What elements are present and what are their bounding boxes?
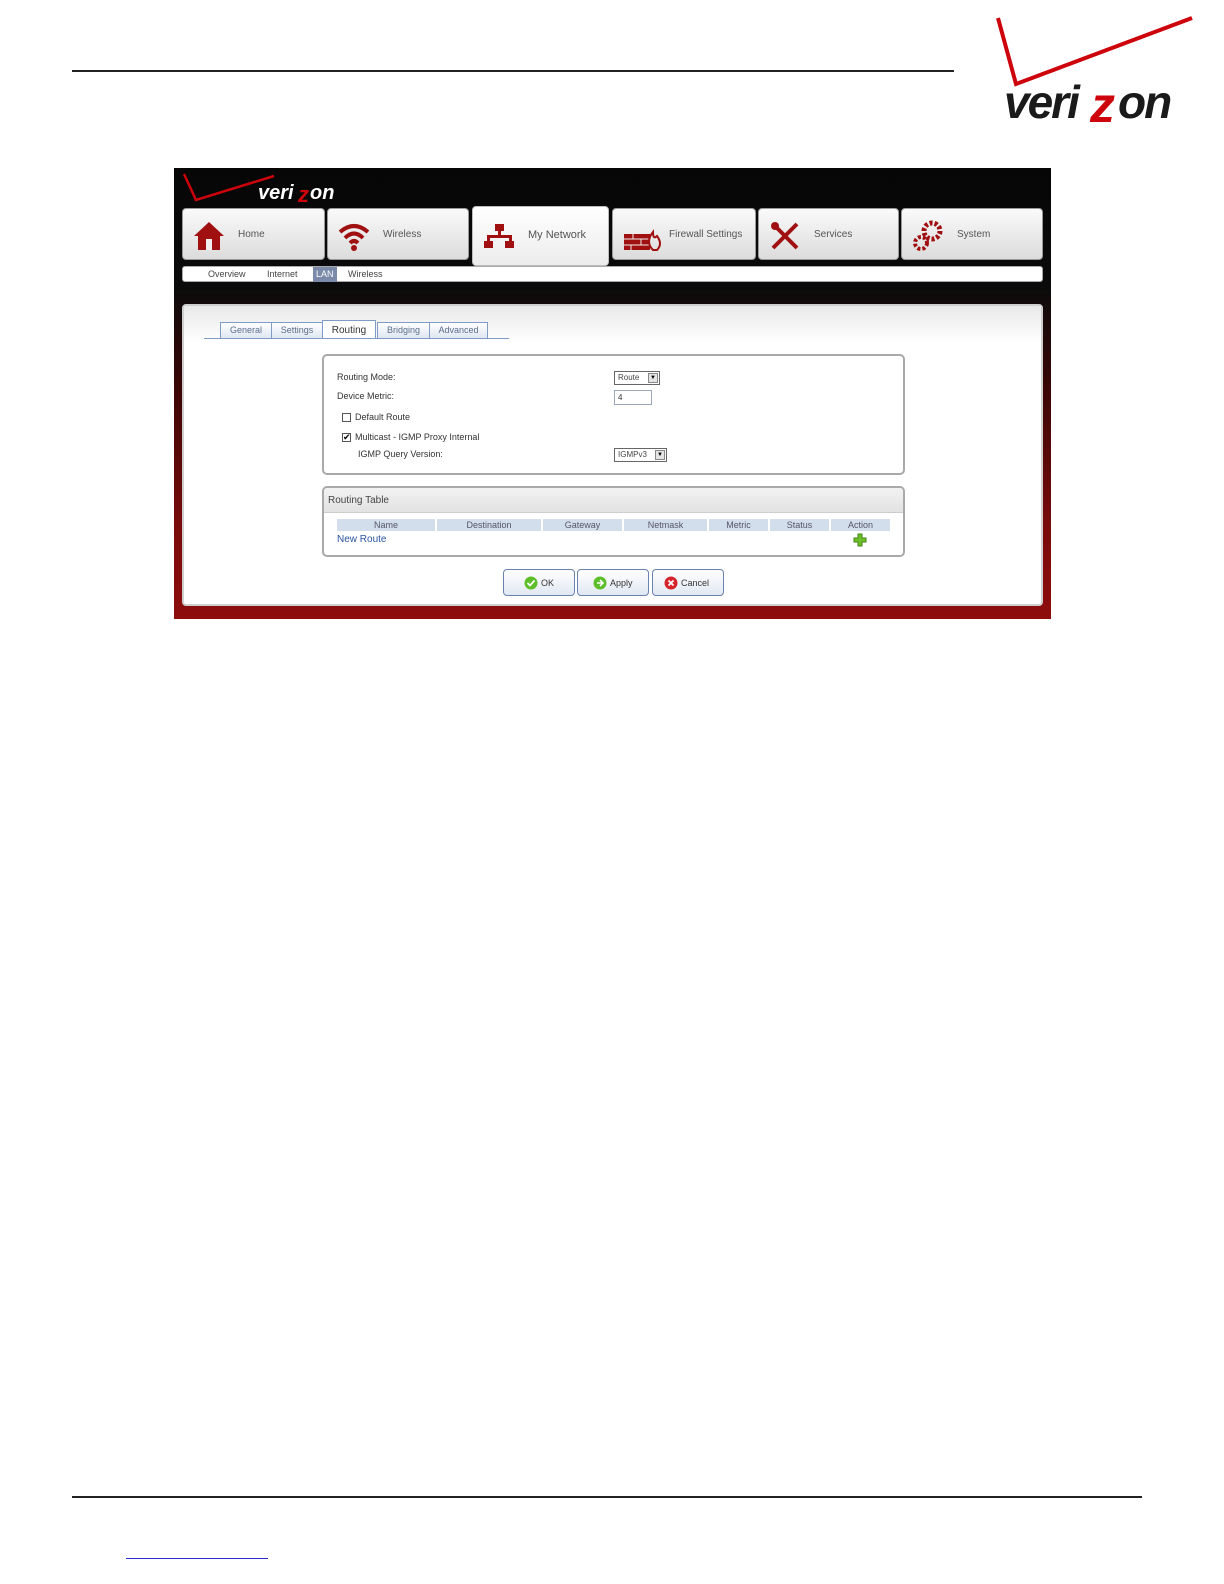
svg-text:veri: veri: [258, 182, 294, 204]
routing-mode-label: Routing Mode:: [337, 372, 396, 382]
igmp-query-select[interactable]: IGMPv3 ▼: [614, 448, 667, 462]
device-metric-label: Device Metric:: [337, 391, 395, 401]
column-header-status: Status: [770, 519, 829, 531]
device-metric-input[interactable]: 4: [614, 390, 652, 405]
routing-mode-value: Route: [618, 373, 640, 382]
column-header-gateway: Gateway: [543, 519, 622, 531]
apply-button[interactable]: Apply: [577, 569, 649, 596]
verizon-header-logo: veri z on: [182, 173, 334, 207]
footer-rule: [72, 1496, 1142, 1498]
tools-icon: [771, 222, 799, 250]
chevron-down-icon: ▼: [655, 450, 665, 460]
nav-tab-label: Firewall Settings: [669, 229, 743, 240]
header-rule: [72, 70, 954, 72]
main-nav: Home Wireless My Network Firewall Settin…: [182, 206, 1044, 266]
sub-nav-wireless[interactable]: Wireless: [348, 269, 383, 279]
sub-nav-overview[interactable]: Overview: [208, 269, 246, 279]
nav-tab-firewall-settings[interactable]: Firewall Settings: [612, 208, 756, 260]
svg-text:on: on: [1118, 76, 1171, 128]
svg-text:z: z: [297, 182, 309, 207]
subtab-general[interactable]: General: [220, 322, 272, 338]
apply-button-label: Apply: [610, 578, 633, 588]
nav-tab-system[interactable]: System: [901, 208, 1043, 260]
subtab-advanced[interactable]: Advanced: [429, 322, 488, 338]
network-icon: [484, 224, 514, 248]
column-header-action: Action: [831, 519, 890, 531]
nav-tab-label: My Network: [528, 229, 587, 241]
routing-mode-select[interactable]: Route ▼: [614, 371, 660, 385]
subtab-routing[interactable]: Routing: [322, 320, 376, 338]
verizon-logo: veri z on: [996, 16, 1193, 130]
multicast-label: Multicast - IGMP Proxy Internal: [355, 432, 480, 442]
column-header-netmask: Netmask: [624, 519, 707, 531]
routing-settings-group: Routing Mode: Route ▼ Device Metric: 4 D…: [322, 354, 905, 475]
ok-button-label: OK: [541, 578, 555, 588]
subtab-settings[interactable]: Settings: [271, 322, 323, 338]
igmp-query-label: IGMP Query Version:: [358, 449, 443, 459]
multicast-checkbox[interactable]: ✔: [342, 433, 351, 442]
nav-tab-label: System: [957, 229, 991, 240]
nav-tab-wireless[interactable]: Wireless: [327, 208, 469, 260]
firewall-icon: [624, 229, 661, 251]
check-icon: [524, 576, 538, 590]
apply-icon: [593, 576, 607, 590]
new-route-link[interactable]: New Route: [337, 534, 386, 545]
cancel-button[interactable]: Cancel: [652, 569, 724, 596]
column-header-name: Name: [337, 519, 435, 531]
wireless-icon: [338, 224, 370, 251]
column-header-destination: Destination: [437, 519, 541, 531]
svg-text:z: z: [1089, 77, 1115, 130]
nav-tab-home[interactable]: Home: [182, 208, 325, 260]
content-panel: General Settings Routing Bridging Advanc…: [182, 304, 1043, 606]
plus-icon[interactable]: [853, 533, 867, 547]
subtab-bridging[interactable]: Bridging: [377, 322, 430, 338]
nav-tab-label: Services: [814, 229, 853, 240]
footer-link-underline[interactable]: [126, 1558, 268, 1559]
sub-nav-internet[interactable]: Internet: [267, 269, 298, 279]
home-icon: [194, 222, 224, 250]
igmp-query-value: IGMPv3: [618, 450, 647, 459]
gears-icon: [913, 220, 943, 251]
router-ui-screenshot: veri z on Home Wireless My Network Firew…: [174, 168, 1051, 619]
nav-tab-label: Home: [238, 229, 265, 240]
nav-tab-label: Wireless: [383, 229, 422, 240]
column-header-metric: Metric: [709, 519, 768, 531]
default-route-label: Default Route: [355, 412, 411, 422]
routing-table-title: Routing Table: [328, 495, 389, 506]
svg-text:on: on: [310, 182, 334, 204]
chevron-down-icon: ▼: [648, 373, 658, 383]
sub-nav: Overview Internet LAN Wireless: [182, 266, 1043, 282]
cancel-icon: [664, 576, 678, 590]
routing-table: Routing Table Name Destination Gateway N…: [322, 486, 905, 557]
svg-text:veri: veri: [1004, 76, 1081, 128]
routing-table-header: [324, 488, 903, 513]
cancel-button-label: Cancel: [681, 578, 710, 588]
sub-nav-lan[interactable]: LAN: [313, 267, 337, 282]
nav-tab-services[interactable]: Services: [758, 208, 899, 260]
ok-button[interactable]: OK: [503, 569, 575, 596]
default-route-checkbox[interactable]: [342, 413, 351, 422]
nav-tab-my-network[interactable]: My Network: [472, 206, 609, 266]
